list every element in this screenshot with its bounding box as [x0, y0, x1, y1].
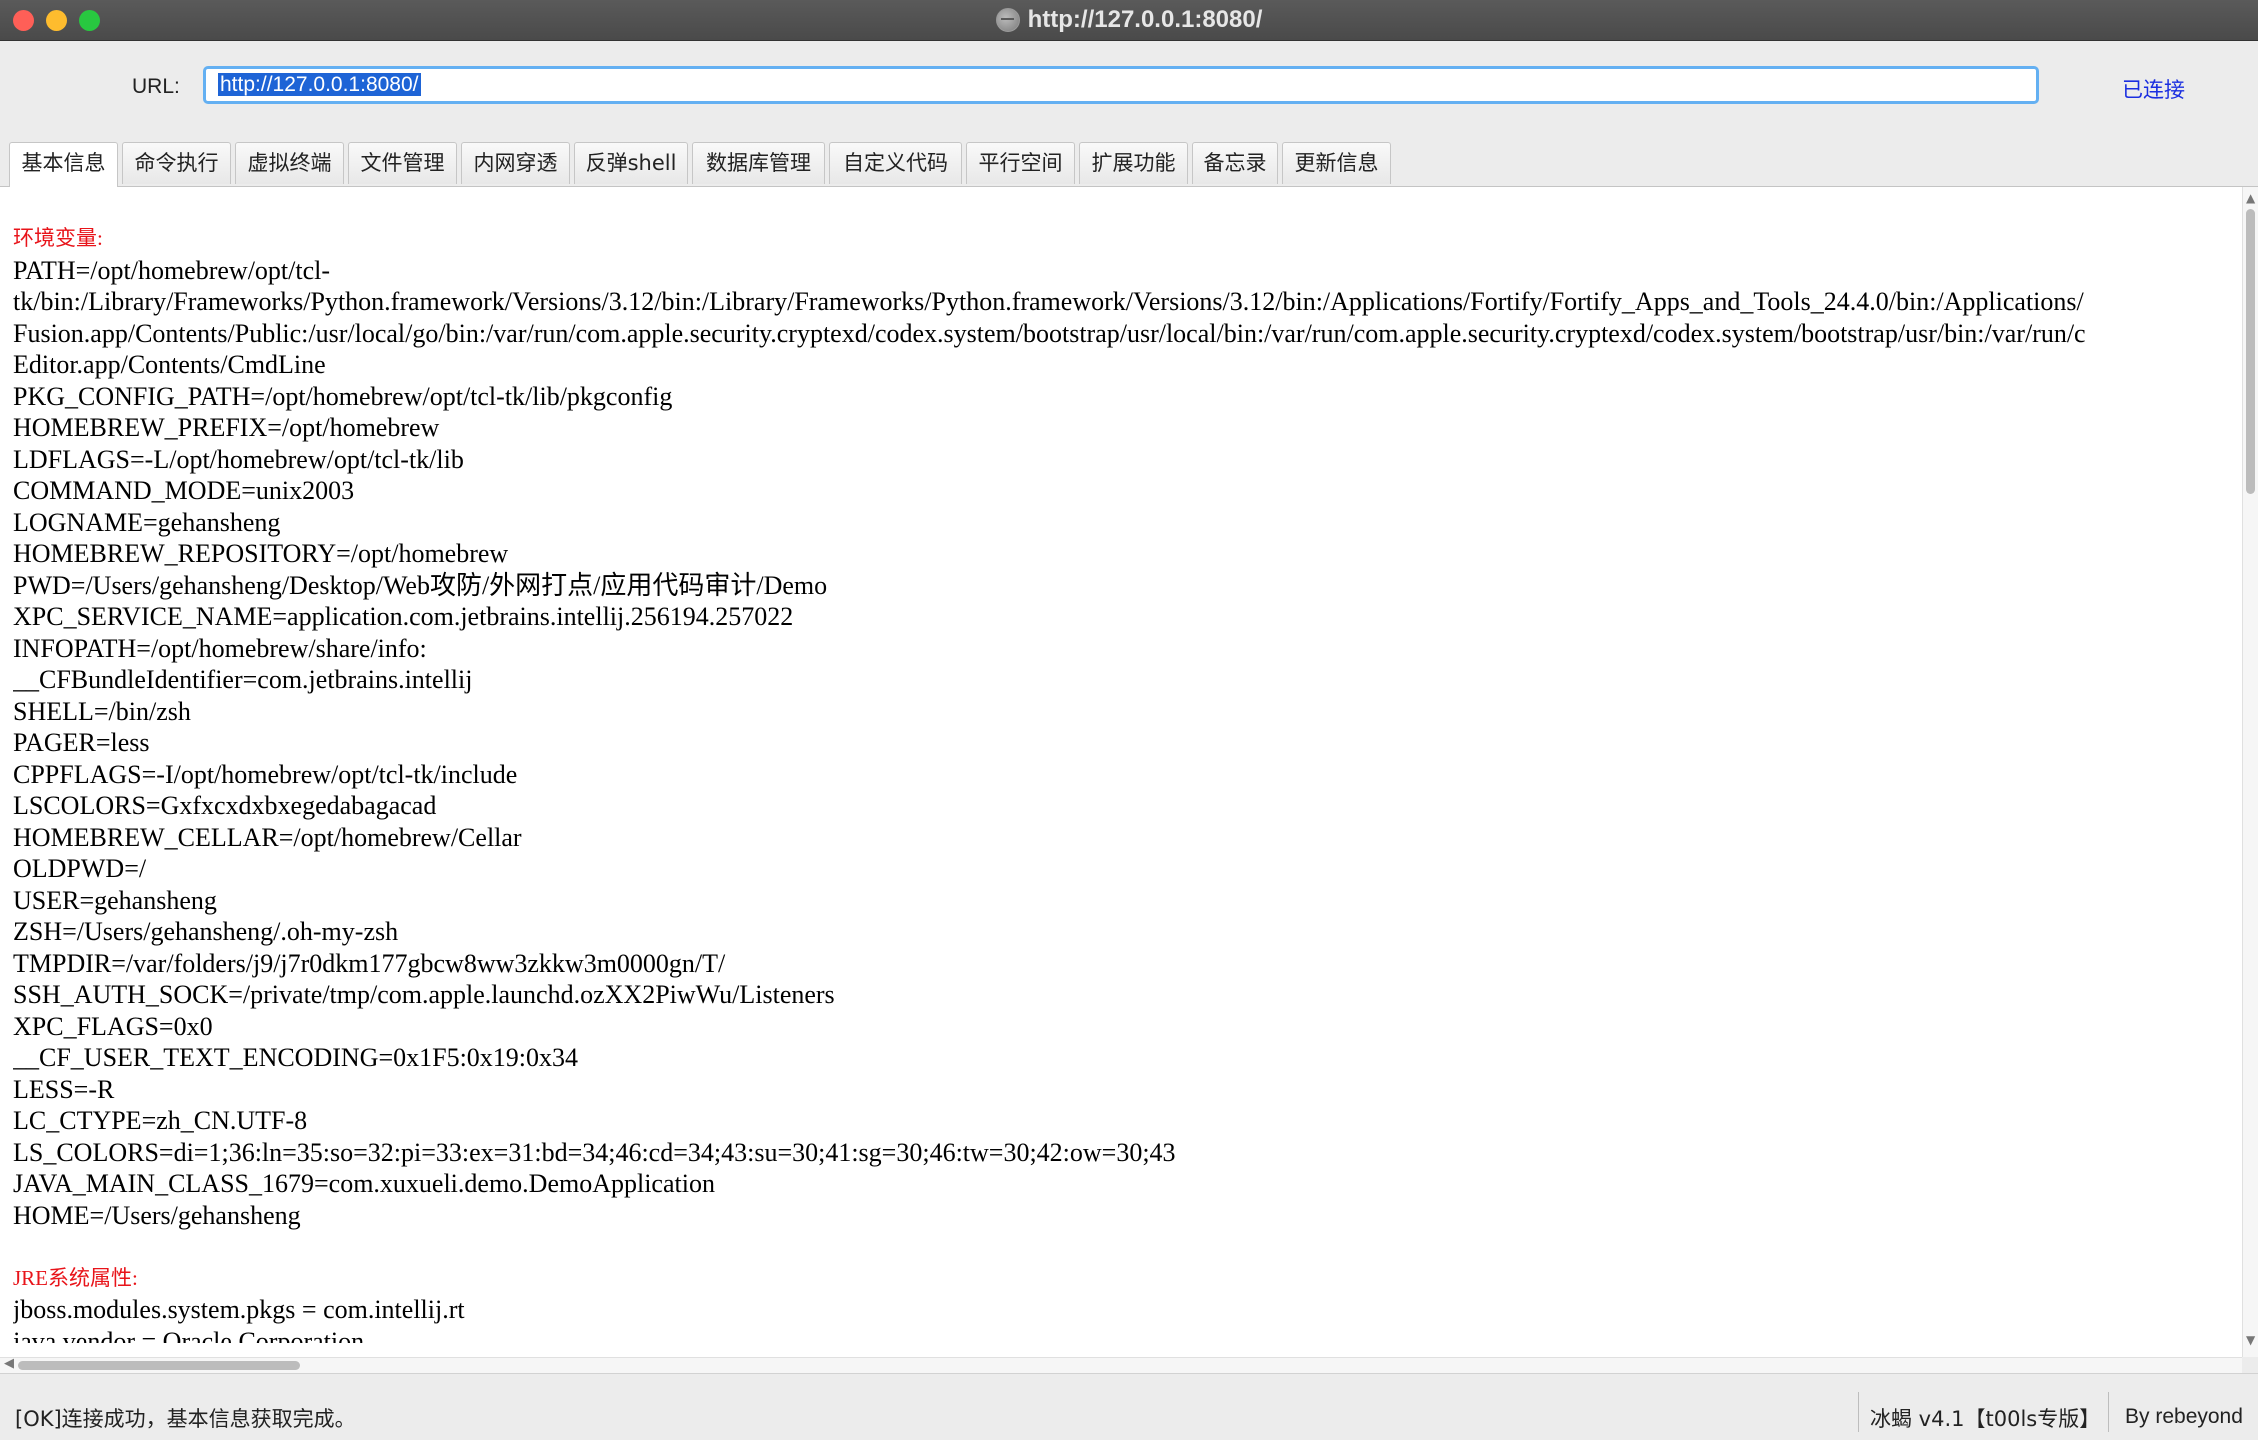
section-heading: 环境变量:	[13, 226, 103, 250]
info-line: LC_CTYPE=zh_CN.UTF-8	[13, 1106, 308, 1135]
tab-command-exec[interactable]: 命令执行	[122, 142, 231, 184]
tab-bar: 基本信息 命令执行 虚拟终端 文件管理 内网穿透 反弹shell 数据库管理 自…	[0, 134, 2258, 187]
info-line: LS_COLORS=di=1;36:ln=35:so=32:pi=33:ex=3…	[13, 1137, 1176, 1167]
tab-intranet-tunnel[interactable]: 内网穿透	[461, 142, 570, 184]
info-line: INFOPATH=/opt/homebrew/share/info:	[13, 633, 427, 663]
info-line: COMMAND_MODE=unix2003	[13, 476, 355, 505]
info-line: PAGER=less	[13, 728, 150, 757]
info-line: HOME=/Users/gehansheng	[13, 1200, 301, 1230]
tab-memo[interactable]: 备忘录	[1192, 142, 1278, 184]
info-line: SHELL=/bin/zsh	[13, 696, 191, 726]
tab-update-info[interactable]: 更新信息	[1282, 142, 1391, 184]
info-line: HOMEBREW_PREFIX=/opt/homebrew	[13, 413, 440, 442]
horizontal-scroll-thumb[interactable]	[18, 1361, 300, 1370]
url-input[interactable]: http://127.0.0.1:8080/	[203, 66, 2039, 104]
url-input-value: http://127.0.0.1:8080/	[218, 73, 421, 96]
info-line: USER=gehansheng	[13, 885, 217, 915]
tab-virtual-terminal[interactable]: 虚拟终端	[235, 142, 344, 184]
tab-file-manager[interactable]: 文件管理	[348, 142, 457, 184]
window-title-group: http://127.0.0.1:8080/	[0, 0, 2258, 40]
info-line: Editor.app/Contents/CmdLine	[13, 350, 326, 379]
status-divider	[1858, 1392, 1859, 1432]
info-line: XPC_FLAGS=0x0	[13, 1011, 213, 1041]
status-bar: [OK]连接成功，基本信息获取完成。 冰蝎 v4.1【t00ls专版】 By r…	[0, 1373, 2258, 1440]
info-line: tk/bin:/Library/Frameworks/Python.framew…	[13, 287, 2084, 316]
info-line: jboss.modules.system.pkgs = com.intellij…	[13, 1295, 465, 1324]
info-line: TMPDIR=/var/folders/j9/j7r0dkm177gbcw8ww…	[13, 948, 726, 978]
vertical-scrollbar[interactable]: ▲ ▼	[2242, 187, 2258, 1357]
url-toolbar: URL: http://127.0.0.1:8080/ 已连接	[0, 41, 2258, 134]
tab-database-manager[interactable]: 数据库管理	[692, 142, 825, 184]
connection-status-link[interactable]: 已连接	[2122, 74, 2185, 104]
info-line: PATH=/opt/homebrew/opt/tcl-	[13, 255, 331, 285]
info-line: __CF_USER_TEXT_ENCODING=0x1F5:0x19:0x34	[13, 1043, 579, 1072]
info-line: OLDPWD=/	[13, 854, 147, 883]
scroll-up-arrow-icon[interactable]: ▲	[2246, 191, 2255, 205]
info-line: HOMEBREW_REPOSITORY=/opt/homebrew	[13, 539, 509, 568]
vertical-scroll-thumb[interactable]	[2246, 209, 2255, 494]
info-line: HOMEBREW_CELLAR=/opt/homebrew/Cellar	[13, 822, 522, 852]
scroll-down-arrow-icon[interactable]: ▼	[2246, 1333, 2255, 1347]
info-line: SSH_AUTH_SOCK=/private/tmp/com.apple.lau…	[13, 980, 835, 1009]
horizontal-scrollbar[interactable]: ◀	[0, 1356, 2242, 1373]
info-line: LSCOLORS=Gxfxcxdxbxegedabagacad	[13, 791, 437, 820]
info-line: __CFBundleIdentifier=com.jetbrains.intel…	[13, 665, 473, 694]
author-credit: By rebeyond	[2125, 1405, 2243, 1428]
info-line: ZSH=/Users/gehansheng/.oh-my-zsh	[13, 917, 399, 946]
basic-info-panel: 环境变量: PATH=/opt/homebrew/opt/tcl-tk/bin:/…	[0, 187, 2242, 1357]
window-title: http://127.0.0.1:8080/	[1027, 6, 1263, 33]
info-line: JAVA_MAIN_CLASS_1679=com.xuxueli.demo.De…	[13, 1169, 715, 1198]
info-line: LESS=-R	[13, 1074, 115, 1104]
tab-extensions[interactable]: 扩展功能	[1079, 142, 1188, 184]
info-line: Fusion.app/Contents/Public:/usr/local/go…	[13, 318, 2086, 348]
status-divider	[2108, 1392, 2109, 1432]
info-line: CPPFLAGS=-I/opt/homebrew/opt/tcl-tk/incl…	[13, 759, 518, 789]
info-line: LOGNAME=gehansheng	[13, 507, 281, 537]
tab-basic-info[interactable]: 基本信息	[9, 142, 118, 187]
info-line: PWD=/Users/gehansheng/Desktop/Web攻防/外网打点…	[13, 570, 828, 600]
app-version: 冰蝎 v4.1【t00ls专版】	[1870, 1407, 2101, 1431]
tab-parallel-space[interactable]: 平行空间	[966, 142, 1075, 184]
title-bar: http://127.0.0.1:8080/	[0, 0, 2258, 41]
info-line: LDFLAGS=-L/opt/homebrew/opt/tcl-tk/lib	[13, 444, 464, 474]
info-line: XPC_SERVICE_NAME=application.com.jetbrai…	[13, 602, 794, 631]
info-text-area[interactable]: 环境变量: PATH=/opt/homebrew/opt/tcl-tk/bin:/…	[13, 223, 2242, 1343]
section-heading: JRE系统属性:	[13, 1265, 138, 1290]
globe-icon	[995, 8, 1020, 32]
scroll-left-arrow-icon[interactable]: ◀	[4, 1356, 14, 1371]
tab-custom-code[interactable]: 自定义代码	[829, 142, 962, 184]
info-line: PKG_CONFIG_PATH=/opt/homebrew/opt/tcl-tk…	[13, 381, 673, 411]
status-message: [OK]连接成功，基本信息获取完成。	[15, 1407, 356, 1431]
tab-reverse-shell[interactable]: 反弹shell	[574, 142, 688, 184]
url-label: URL:	[132, 75, 180, 98]
info-line: java.vendor = Oracle Corporation	[13, 1326, 365, 1344]
